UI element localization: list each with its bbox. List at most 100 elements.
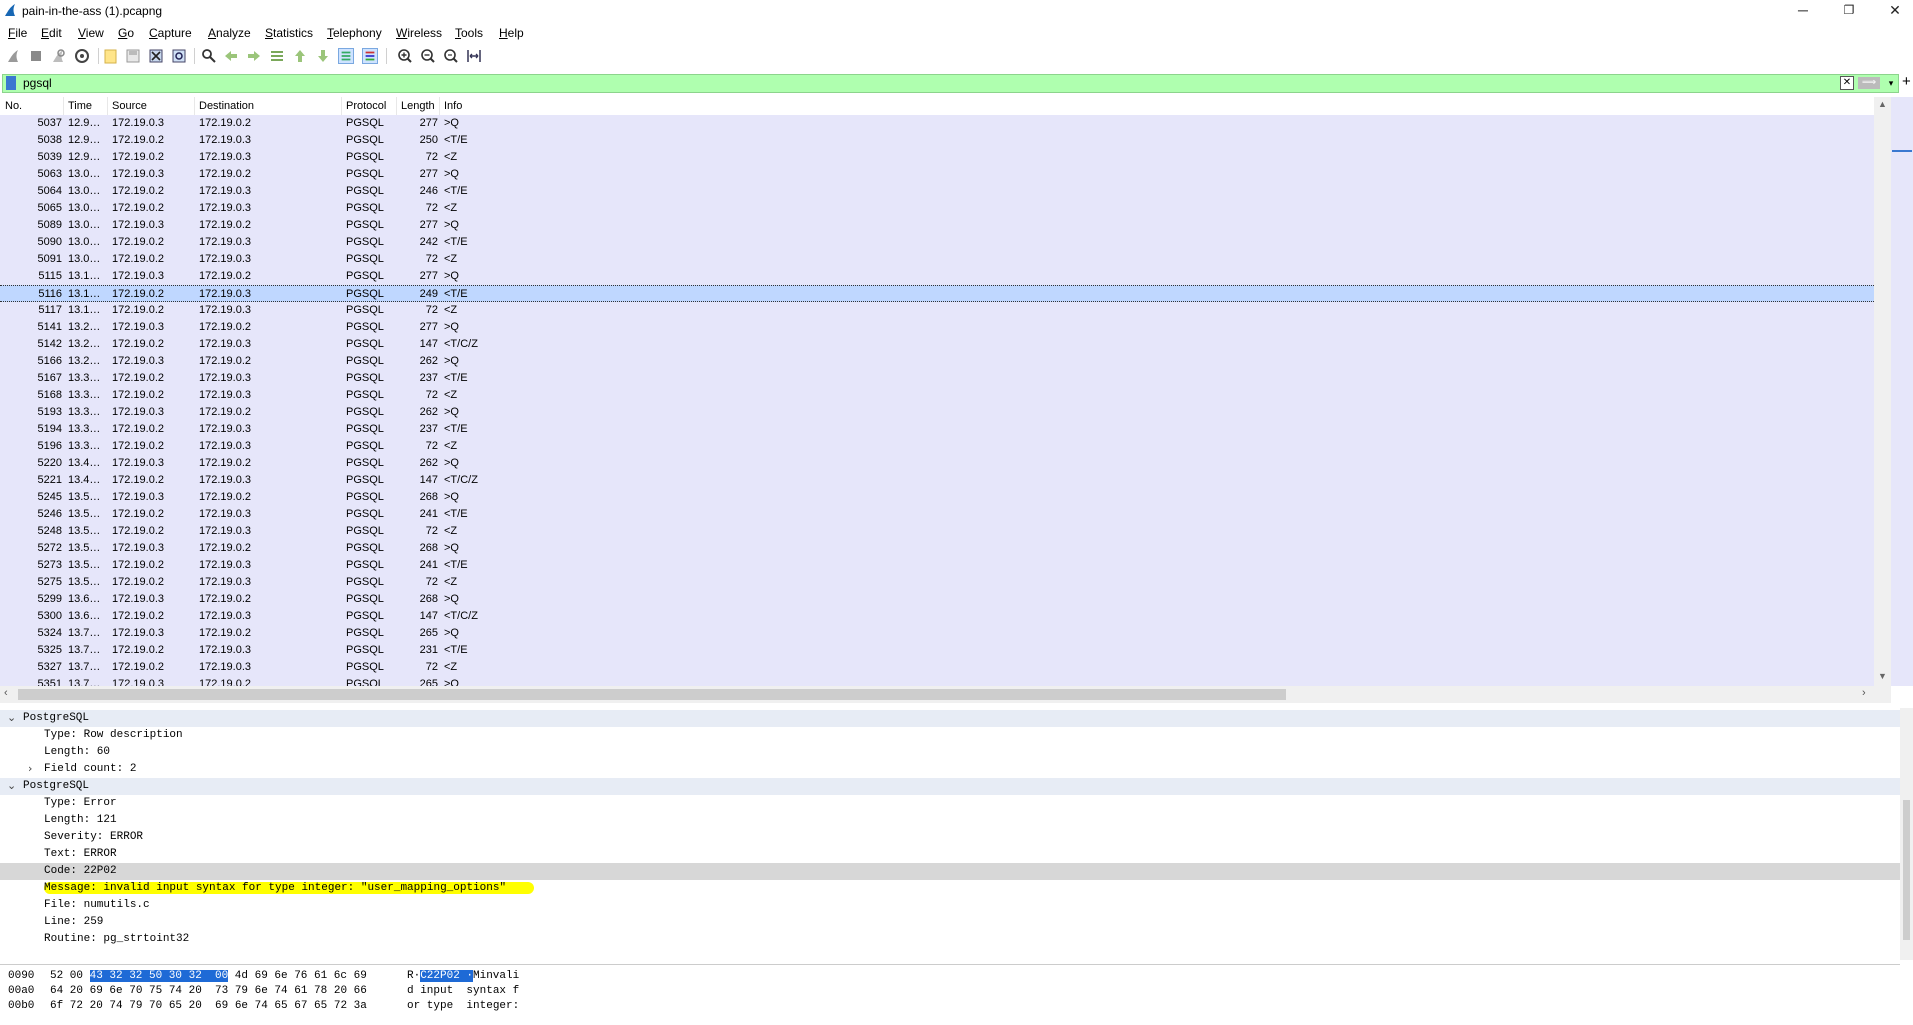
- close-button[interactable]: ✕: [1872, 0, 1913, 22]
- menu-edit[interactable]: Edit: [41, 26, 62, 40]
- packet-row[interactable]: 5193 13.3… 172.19.0.3 172.19.0.2 PGSQL 262 >Q: [0, 404, 1874, 421]
- column-header-no[interactable]: No.: [5, 100, 22, 112]
- column-divider[interactable]: [396, 97, 397, 115]
- column-header-info[interactable]: Info: [444, 100, 462, 112]
- column-header-length[interactable]: Length: [401, 100, 435, 112]
- packet-row[interactable]: 5037 12.9… 172.19.0.3 172.19.0.2 PGSQL 277 >Q: [0, 115, 1874, 132]
- column-header-destination[interactable]: Destination: [199, 100, 254, 112]
- packet-row[interactable]: 5064 13.0… 172.19.0.2 172.19.0.3 PGSQL 246 <T/…: [0, 183, 1874, 200]
- packet-row[interactable]: 5065 13.0… 172.19.0.2 172.19.0.3 PGSQL 72 <Z: [0, 200, 1874, 217]
- zoom-in-icon[interactable]: [397, 48, 413, 64]
- menu-statistics[interactable]: Statistics: [265, 26, 313, 40]
- open-file-icon[interactable]: [103, 48, 119, 64]
- detail-line[interactable]: ⌄ PostgreSQL: [0, 710, 1900, 727]
- apply-filter-icon[interactable]: ⟹: [1858, 77, 1880, 89]
- display-filter-input[interactable]: [23, 76, 1823, 90]
- packet-list-horizontal-scrollbar[interactable]: ‹ ›: [0, 686, 1891, 703]
- normal-size-icon[interactable]: [443, 48, 459, 64]
- start-capture-icon[interactable]: [5, 48, 21, 64]
- packet-row[interactable]: 5166 13.2… 172.19.0.3 172.19.0.2 PGSQL 262 >Q: [0, 353, 1874, 370]
- go-to-packet-icon[interactable]: [269, 48, 285, 64]
- packet-list-minimap[interactable]: [1891, 97, 1913, 686]
- auto-scroll-icon[interactable]: [338, 48, 354, 64]
- detail-line[interactable]: Severity: ERROR: [0, 829, 1900, 846]
- packet-row[interactable]: 5090 13.0… 172.19.0.2 172.19.0.3 PGSQL 242 <T/…: [0, 234, 1874, 251]
- column-divider[interactable]: [63, 97, 64, 115]
- packet-row[interactable]: 5299 13.6… 172.19.0.3 172.19.0.2 PGSQL 268 >Q: [0, 591, 1874, 608]
- detail-line[interactable]: Code: 22P02: [0, 863, 1900, 880]
- go-first-icon[interactable]: [292, 48, 308, 64]
- column-divider[interactable]: [439, 97, 440, 115]
- packet-row[interactable]: 5327 13.7… 172.19.0.2 172.19.0.3 PGSQL 72 <Z: [0, 659, 1874, 676]
- filter-dropdown-icon[interactable]: ▾: [1885, 76, 1897, 90]
- detail-line[interactable]: Message: invalid input syntax for type i…: [0, 880, 1900, 897]
- packet-row[interactable]: 5275 13.5… 172.19.0.2 172.19.0.3 PGSQL 72 <Z: [0, 574, 1874, 591]
- stop-capture-icon[interactable]: [28, 48, 44, 64]
- go-last-icon[interactable]: [315, 48, 331, 64]
- packet-row[interactable]: 5248 13.5… 172.19.0.2 172.19.0.3 PGSQL 72 <Z: [0, 523, 1874, 540]
- packet-row[interactable]: 5117 13.1… 172.19.0.2 172.19.0.3 PGSQL 72 <Z: [0, 302, 1874, 319]
- clear-filter-icon[interactable]: ✕: [1840, 76, 1854, 90]
- column-header-protocol[interactable]: Protocol: [346, 100, 386, 112]
- column-divider[interactable]: [341, 97, 342, 115]
- collapsed-caret-icon[interactable]: ›: [28, 762, 32, 775]
- restore-button[interactable]: ❐: [1826, 0, 1872, 22]
- menu-capture[interactable]: Capture: [149, 26, 192, 40]
- scroll-down-icon[interactable]: ▼: [1878, 671, 1887, 681]
- packet-row[interactable]: 5063 13.0… 172.19.0.3 172.19.0.2 PGSQL 277 >Q: [0, 166, 1874, 183]
- details-scroll-thumb[interactable]: [1903, 800, 1910, 940]
- resize-columns-icon[interactable]: [466, 48, 482, 64]
- minimize-button[interactable]: ─: [1780, 0, 1826, 22]
- packet-list-vertical-scrollbar[interactable]: ▲ ▼: [1874, 97, 1891, 686]
- packet-row[interactable]: 5272 13.5… 172.19.0.3 172.19.0.2 PGSQL 268 >Q: [0, 540, 1874, 557]
- menu-view[interactable]: View: [78, 26, 104, 40]
- detail-line[interactable]: Text: ERROR: [0, 846, 1900, 863]
- menu-tools[interactable]: Tools: [455, 26, 483, 40]
- detail-line[interactable]: Type: Error: [0, 795, 1900, 812]
- capture-options-icon[interactable]: [74, 48, 90, 64]
- detail-line[interactable]: › Field count: 2: [0, 761, 1900, 778]
- packet-row[interactable]: 5196 13.3… 172.19.0.2 172.19.0.3 PGSQL 72 <Z: [0, 438, 1874, 455]
- column-divider[interactable]: [107, 97, 108, 115]
- packet-row[interactable]: 5220 13.4… 172.19.0.3 172.19.0.2 PGSQL 262 >Q: [0, 455, 1874, 472]
- packet-row[interactable]: 5168 13.3… 172.19.0.2 172.19.0.3 PGSQL 72 <Z: [0, 387, 1874, 404]
- detail-line[interactable]: ⌄ PostgreSQL: [0, 778, 1900, 795]
- save-file-icon[interactable]: [125, 48, 141, 64]
- menu-file[interactable]: File: [8, 26, 27, 40]
- reload-file-icon[interactable]: [171, 48, 187, 64]
- packet-row[interactable]: 5142 13.2… 172.19.0.2 172.19.0.3 PGSQL 147 <T/…: [0, 336, 1874, 353]
- packet-row[interactable]: 5246 13.5… 172.19.0.2 172.19.0.3 PGSQL 241 <T/…: [0, 506, 1874, 523]
- close-file-icon[interactable]: [148, 48, 164, 64]
- menu-analyze[interactable]: Analyze: [208, 26, 251, 40]
- details-vertical-scrollbar[interactable]: [1900, 708, 1913, 960]
- menu-help[interactable]: Help: [499, 26, 524, 40]
- restart-capture-icon[interactable]: [50, 48, 66, 64]
- detail-line[interactable]: Type: Row description: [0, 727, 1900, 744]
- detail-line[interactable]: Line: 259: [0, 914, 1900, 931]
- find-packet-icon[interactable]: [201, 48, 217, 64]
- menu-go[interactable]: Go: [118, 26, 134, 40]
- packet-row[interactable]: 5141 13.2… 172.19.0.3 172.19.0.2 PGSQL 277 >Q: [0, 319, 1874, 336]
- colorize-icon[interactable]: [362, 48, 378, 64]
- packet-row[interactable]: 5273 13.5… 172.19.0.2 172.19.0.3 PGSQL 241 <T/…: [0, 557, 1874, 574]
- zoom-out-icon[interactable]: [420, 48, 436, 64]
- packet-row[interactable]: 5300 13.6… 172.19.0.2 172.19.0.3 PGSQL 147 <T/…: [0, 608, 1874, 625]
- filter-bookmark-icon[interactable]: [6, 76, 16, 90]
- packet-row[interactable]: 5039 12.9… 172.19.0.2 172.19.0.3 PGSQL 72 <Z: [0, 149, 1874, 166]
- scroll-up-icon[interactable]: ▲: [1878, 99, 1887, 109]
- packet-row[interactable]: 5089 13.0… 172.19.0.3 172.19.0.2 PGSQL 277 >Q: [0, 217, 1874, 234]
- scroll-right-icon[interactable]: ›: [1862, 687, 1866, 699]
- packet-row[interactable]: 5116 13.1… 172.19.0.2 172.19.0.3 PGSQL 249 <T/…: [0, 285, 1874, 302]
- detail-line[interactable]: File: numutils.c: [0, 897, 1900, 914]
- expanded-caret-icon[interactable]: ⌄: [7, 779, 16, 792]
- packet-row[interactable]: 5325 13.7… 172.19.0.2 172.19.0.3 PGSQL 231 <T/…: [0, 642, 1874, 659]
- detail-line[interactable]: Length: 121: [0, 812, 1900, 829]
- horizontal-scroll-thumb[interactable]: [18, 689, 1286, 700]
- column-header-source[interactable]: Source: [112, 100, 147, 112]
- add-filter-button[interactable]: +: [1902, 73, 1911, 90]
- detail-line[interactable]: Routine: pg_strtoint32: [0, 931, 1900, 948]
- packet-row[interactable]: 5324 13.7… 172.19.0.3 172.19.0.2 PGSQL 265 >Q: [0, 625, 1874, 642]
- packet-row[interactable]: 5091 13.0… 172.19.0.2 172.19.0.3 PGSQL 72 <Z: [0, 251, 1874, 268]
- packet-row[interactable]: 5351 13.7… 172.19.0.3 172.19.0.2 PGSQL 265 >Q: [0, 676, 1874, 686]
- column-header-time[interactable]: Time: [68, 100, 92, 112]
